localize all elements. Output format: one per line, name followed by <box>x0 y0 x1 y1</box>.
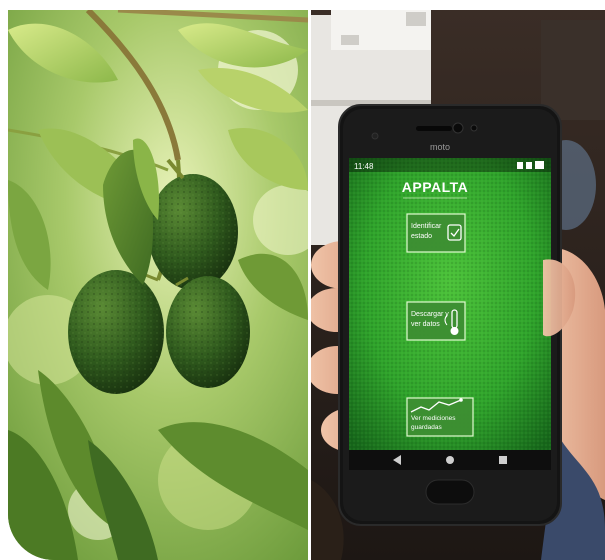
menu-item-ver-mediciones[interactable]: Ver mediciones guardadas <box>406 397 474 437</box>
menu-item-line1: Identificar <box>411 223 442 230</box>
avocado-tree-photo <box>8 10 308 560</box>
menu-item-identificar[interactable]: Identificar estado <box>406 213 466 253</box>
smartphone: moto 11:48 APPALTA Identificar estado De… <box>338 104 562 526</box>
avocado-tree-scene <box>8 10 308 560</box>
phone-in-hand-photo: moto 11:48 APPALTA Identificar estado De… <box>311 10 605 560</box>
menu-item-line2: estado <box>411 233 432 240</box>
status-time: 11:48 <box>354 162 374 171</box>
status-icons <box>517 161 544 169</box>
menu-item-line2: guardadas <box>411 424 442 431</box>
phone-scene: moto 11:48 APPALTA Identificar estado De… <box>311 10 605 560</box>
wifi-icon <box>526 162 532 169</box>
signal-icon <box>517 162 523 169</box>
battery-icon <box>535 161 544 169</box>
home-circle-icon[interactable] <box>446 456 454 464</box>
front-camera <box>452 122 464 134</box>
fingerprint-sensor <box>425 479 475 505</box>
phone-screen: 11:48 APPALTA Identificar estado Descarg… <box>349 158 551 470</box>
menu-item-line2: ver datos <box>411 321 440 328</box>
menu-item-descargar[interactable]: Descargar y ver datos <box>406 301 466 341</box>
menu-item-line1: Ver mediciones <box>411 415 456 422</box>
phone-brand: moto <box>430 142 450 152</box>
speaker-grille <box>416 126 452 131</box>
app-title: APPALTA <box>402 179 469 195</box>
photo-collage: moto 11:48 APPALTA Identificar estado De… <box>0 0 605 560</box>
recents-square-icon[interactable] <box>499 456 507 464</box>
menu-item-line1: Descargar y <box>411 311 449 318</box>
